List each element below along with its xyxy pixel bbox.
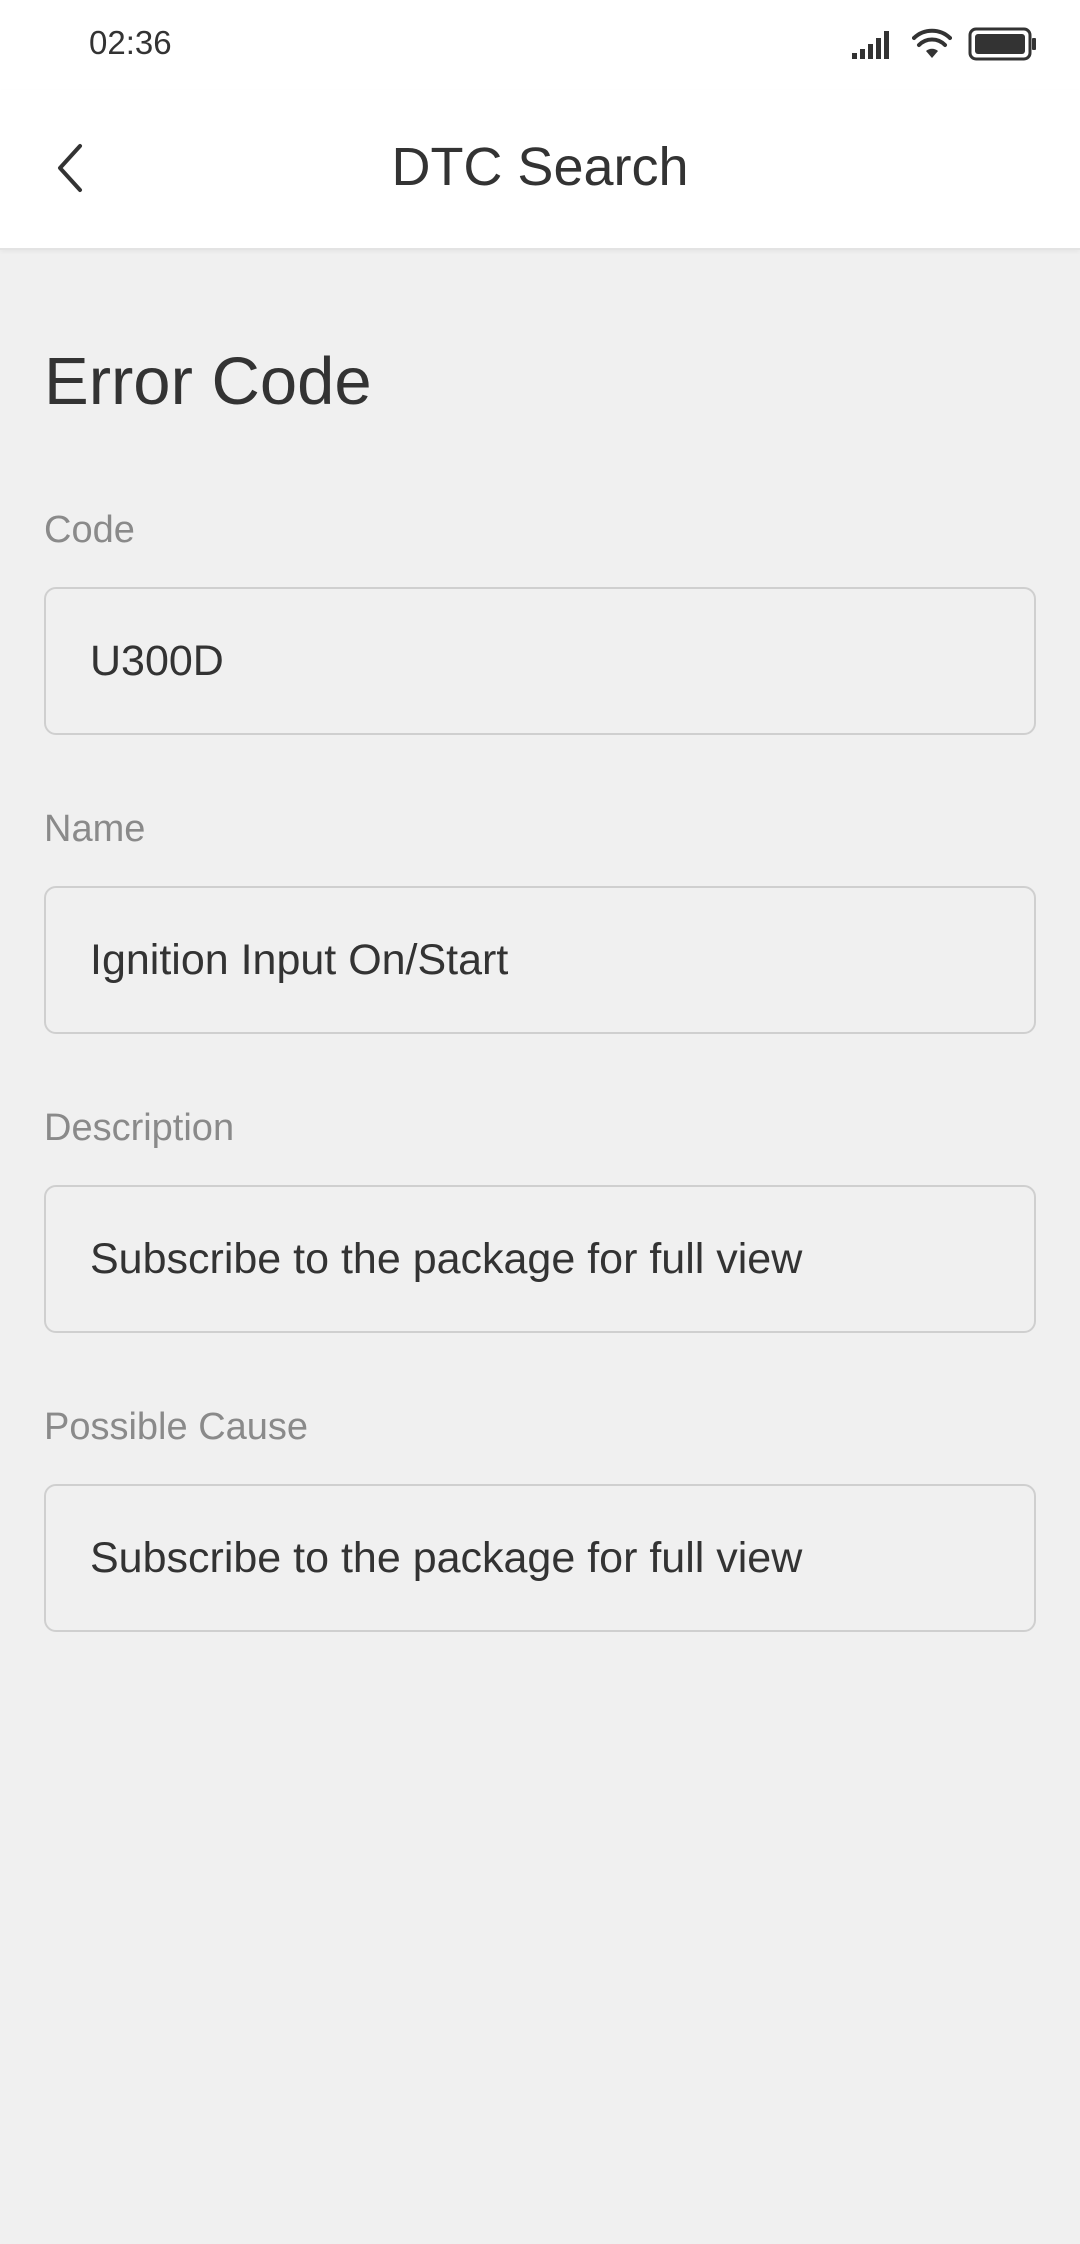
possible-cause-label: Possible Cause: [44, 1406, 309, 1448]
name-field[interactable]: Ignition Input On/Start: [44, 886, 1036, 1034]
signal-icon: [852, 29, 896, 64]
code-field-group: Code U300D: [44, 506, 1036, 735]
code-label: Code: [44, 509, 135, 551]
description-field[interactable]: Subscribe to the package for full view: [44, 1185, 1036, 1333]
app-bar: DTC Search: [0, 90, 1080, 250]
status-time: 02:36: [89, 24, 172, 61]
status-bar: 02:36: [0, 0, 1080, 90]
possible-cause-field[interactable]: Subscribe to the package for full view: [44, 1484, 1036, 1632]
battery-icon: [968, 27, 1038, 66]
page-title: DTC Search: [391, 137, 689, 197]
name-field-group: Name Ignition Input On/Start: [44, 805, 1036, 1034]
status-icons: [852, 26, 1038, 66]
name-label: Name: [44, 808, 146, 850]
possible-cause-field-group: Possible Cause Subscribe to the package …: [44, 1403, 1036, 1632]
section-title: Error Code: [44, 344, 372, 419]
description-label: Description: [44, 1107, 235, 1149]
wifi-icon: [912, 28, 952, 65]
description-field-group: Description Subscribe to the package for…: [44, 1104, 1036, 1333]
code-field[interactable]: U300D: [44, 587, 1036, 735]
main-content: Error Code Code U300D Name Ignition Inpu…: [44, 250, 1036, 1632]
